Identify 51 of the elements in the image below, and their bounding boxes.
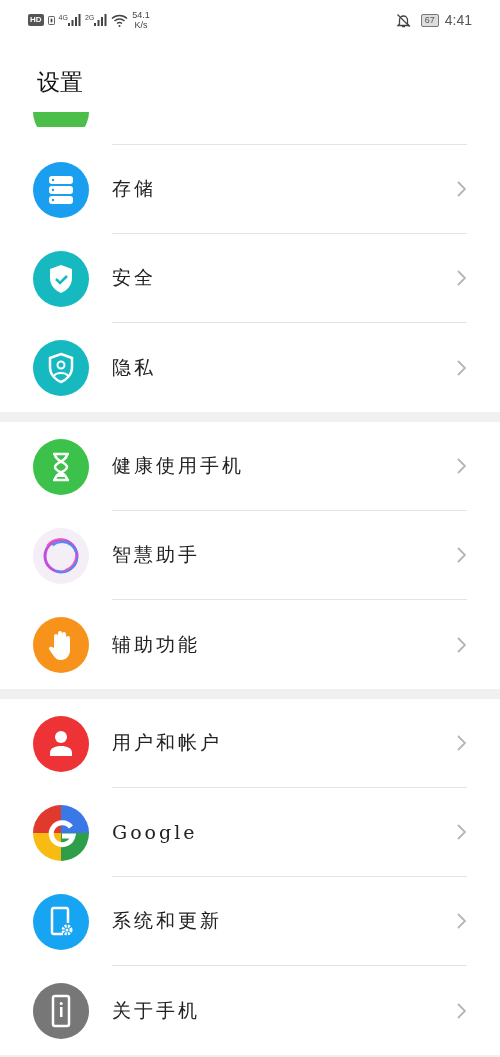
chevron-icon [457,181,466,197]
chevron-icon [457,458,466,474]
person-icon [33,715,89,772]
hd-badge: HD [28,14,44,26]
ring-icon [33,527,89,584]
item-label: 安全 [112,265,156,290]
wifi-icon [111,13,129,27]
shield-check-icon [33,250,89,307]
item-label: 关于手机 [112,997,200,1023]
signal-icon [94,14,108,26]
chevron-icon [457,824,466,840]
settings-item[interactable]: 健康使用手机 [0,422,500,511]
page-title: 设置 [37,67,83,97]
chevron-icon [457,1002,466,1019]
settings-item[interactable]: 智慧助手 [0,511,500,600]
chevron-icon [457,270,466,286]
bell-off-icon [395,12,411,28]
battery-icon: 67 [420,13,439,27]
settings-item[interactable]: 安全 [0,234,500,323]
item-label: 健康使用手机 [112,453,244,478]
settings-item[interactable]: 隐私 [0,323,500,412]
signal-icon [67,14,81,26]
speed-unit: K/s [134,20,148,30]
item-label: 智慧助手 [112,542,200,567]
settings-item[interactable]: 存储 [0,145,500,234]
storage-icon [33,161,89,218]
phone-info-icon [33,982,89,1039]
item-label: 系统和更新 [112,908,222,933]
chevron-icon [457,913,466,929]
sim-icon [47,15,55,25]
chevron-icon [457,735,466,751]
phone-gear-icon [33,893,89,950]
settings-item[interactable]: 辅助功能 [0,600,500,689]
chevron-icon [457,547,466,563]
settings-item[interactable]: 关于手机 [0,966,500,1055]
item-label: 存储 [112,176,156,201]
item-label: 用户和帐户 [112,730,222,755]
item-label: Google [112,821,198,843]
chevron-icon [457,359,466,376]
item-label: 隐私 [112,354,156,380]
shield-person-icon [33,339,89,396]
item-label: 辅助功能 [112,631,200,657]
hand-icon [33,616,89,673]
hourglass-icon [33,438,89,495]
clock-time: 4:41 [444,12,472,28]
settings-item[interactable]: Google [0,788,500,877]
chevron-icon [457,636,466,653]
settings-item[interactable]: 系统和更新 [0,877,500,966]
network-speed: 54.1 [132,10,150,20]
settings-item[interactable]: 用户和帐户 [0,699,500,788]
g-letter-icon [33,804,89,861]
